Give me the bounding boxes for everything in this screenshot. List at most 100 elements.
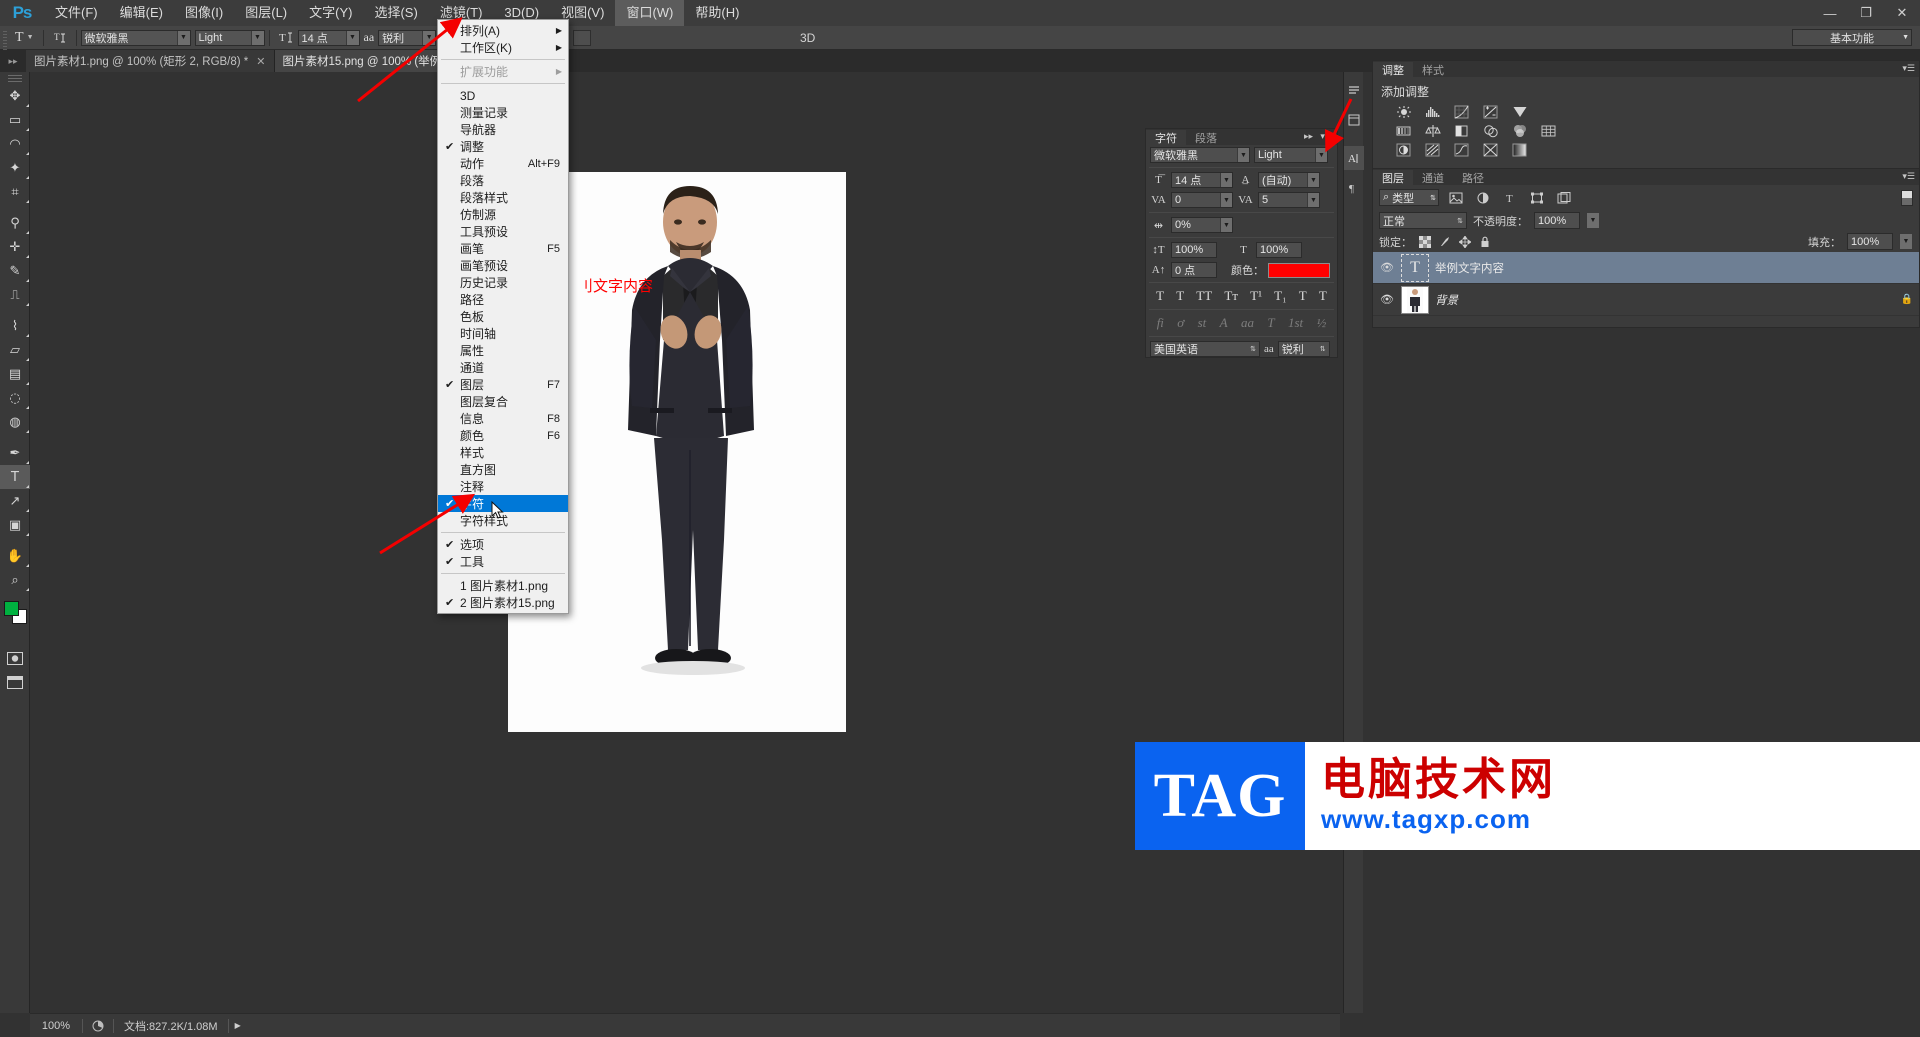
window-menu-item-26[interactable]: 样式: [438, 444, 568, 461]
text-color-swatch[interactable]: [1268, 262, 1330, 278]
lock-all-icon[interactable]: [1478, 235, 1492, 249]
window-menu-item-23[interactable]: 图层复合: [438, 393, 568, 410]
window-menu-item-17[interactable]: 路径: [438, 291, 568, 308]
menubar-item-2[interactable]: 图像(I): [174, 0, 234, 26]
window-menu-item-28[interactable]: 注释: [438, 478, 568, 495]
character-dock-icon[interactable]: A: [1344, 146, 1364, 170]
workspace-switcher[interactable]: 基本功能 ▼: [1792, 29, 1912, 46]
type-tool[interactable]: T: [0, 465, 30, 489]
brush-tool[interactable]: ✎: [0, 259, 30, 283]
zoom-level[interactable]: 100%: [30, 1020, 82, 1032]
window-menu-item-20[interactable]: 属性: [438, 342, 568, 359]
menubar-item-0[interactable]: 文件(F): [44, 0, 109, 26]
close-button[interactable]: ✕: [1884, 0, 1920, 26]
eraser-tool[interactable]: ▱: [0, 338, 30, 362]
vertical-scale-field[interactable]: 100%: [1171, 242, 1217, 258]
zoom-tool[interactable]: ⌕: [0, 568, 30, 592]
opentype-button-1[interactable]: ơ: [1177, 315, 1184, 331]
panel-menu-icon[interactable]: ▾☰: [1902, 63, 1915, 74]
layer-visibility-icon[interactable]: 👁: [1379, 261, 1395, 274]
window-menu-item-11[interactable]: 段落样式: [438, 189, 568, 206]
window-menu-item-36[interactable]: ✔ 2 图片素材15.png: [438, 594, 568, 611]
quick-mask-icon[interactable]: [0, 646, 30, 670]
fill-field[interactable]: 100%: [1847, 233, 1893, 250]
opacity-field[interactable]: 100%: [1534, 212, 1580, 229]
quick-selection-tool[interactable]: ✦: [0, 156, 30, 180]
gradient-map-icon[interactable]: [1511, 142, 1529, 157]
opentype-button-0[interactable]: fi: [1157, 315, 1164, 331]
window-menu-item-32[interactable]: ✔ 选项: [438, 536, 568, 553]
lock-position-icon[interactable]: [1458, 235, 1472, 249]
tab-character[interactable]: 字符: [1146, 130, 1186, 145]
char-anti-alias-select[interactable]: 锐利 ⇅: [1277, 341, 1330, 357]
font-style-button-3[interactable]: Tт: [1224, 288, 1238, 304]
lock-transparent-icon[interactable]: [1418, 235, 1432, 249]
type-filter-icon[interactable]: T: [1500, 190, 1520, 206]
layer-row[interactable]: 👁 T 举例文字内容: [1373, 252, 1919, 284]
foreground-color-swatch[interactable]: [4, 601, 19, 616]
char-font-style-select[interactable]: Light ▼: [1254, 147, 1328, 163]
font-size-select[interactable]: 14 点 ▼: [297, 29, 360, 46]
status-menu-arrow-icon[interactable]: ▶: [229, 1021, 247, 1030]
window-menu-item-13[interactable]: 工具预设: [438, 223, 568, 240]
font-style-button-0[interactable]: T: [1156, 288, 1164, 304]
tab-expander-icon[interactable]: ▸▸: [0, 50, 26, 72]
tsume-field[interactable]: 0% ▼: [1171, 217, 1233, 233]
opentype-button-3[interactable]: A: [1220, 315, 1228, 331]
menubar-item-10[interactable]: 帮助(H): [684, 0, 750, 26]
language-select[interactable]: 美国英语 ⇅: [1150, 341, 1260, 357]
window-menu-item-14[interactable]: 画笔 F5: [438, 240, 568, 257]
window-menu-item-18[interactable]: 色板: [438, 308, 568, 325]
char-font-size-field[interactable]: 14 点 ▼: [1171, 172, 1233, 188]
canvas-red-text[interactable]: 刂文字内容: [578, 275, 653, 296]
tab-paths[interactable]: 路径: [1453, 170, 1493, 185]
window-menu-item-9[interactable]: 动作 Alt+F9: [438, 155, 568, 172]
window-menu-item-33[interactable]: ✔ 工具: [438, 553, 568, 570]
tab-layers[interactable]: 图层: [1373, 170, 1413, 185]
window-menu-item-6[interactable]: 测量记录: [438, 104, 568, 121]
hue-saturation-icon[interactable]: [1395, 123, 1413, 138]
opacity-dropdown-icon[interactable]: ▼: [1586, 212, 1600, 229]
layer-row[interactable]: 👁 背景 🔒: [1373, 284, 1919, 316]
window-menu-item-0[interactable]: 排列(A) ▶: [438, 22, 568, 39]
selective-color-icon[interactable]: [1482, 142, 1500, 157]
panel-menu-icon[interactable]: ▾☰: [1902, 171, 1915, 182]
document-tab-0[interactable]: 图片素材1.png @ 100% (矩形 2, RGB/8) * ✕: [26, 50, 275, 72]
opentype-button-6[interactable]: 1st: [1288, 315, 1303, 331]
layer-visibility-icon[interactable]: 👁: [1379, 293, 1395, 306]
gradient-tool[interactable]: ▤: [0, 362, 30, 386]
tracking-field[interactable]: 5 ▼: [1258, 192, 1320, 208]
color-swatches[interactable]: [0, 598, 30, 628]
window-menu-item-24[interactable]: 信息 F8: [438, 410, 568, 427]
curves-icon[interactable]: [1453, 104, 1471, 119]
black-white-icon[interactable]: [1453, 123, 1471, 138]
menubar-item-5[interactable]: 选择(S): [363, 0, 428, 26]
filter-enable-toggle[interactable]: [1901, 189, 1913, 206]
anti-alias-select[interactable]: 锐利 ▼: [378, 29, 437, 46]
path-selection-tool[interactable]: ↗: [0, 489, 30, 513]
window-menu-item-7[interactable]: 导航器: [438, 121, 568, 138]
font-style-button-2[interactable]: TT: [1196, 288, 1212, 304]
window-menu-item-22[interactable]: ✔ 图层 F7: [438, 376, 568, 393]
active-tool-preset[interactable]: T ▼: [10, 30, 39, 46]
tab-channels[interactable]: 通道: [1413, 170, 1453, 185]
threshold-icon[interactable]: [1453, 142, 1471, 157]
history-dock-icon[interactable]: [1344, 78, 1364, 102]
opentype-button-5[interactable]: T: [1267, 315, 1274, 331]
text-orientation-button[interactable]: T: [48, 31, 72, 45]
lasso-tool[interactable]: ◠: [0, 132, 30, 156]
window-menu-item-5[interactable]: 3D: [438, 87, 568, 104]
adjustment-filter-icon[interactable]: [1473, 190, 1493, 206]
window-menu-item-10[interactable]: 段落: [438, 172, 568, 189]
marquee-tool[interactable]: ▭: [0, 108, 30, 132]
color-balance-icon[interactable]: [1424, 123, 1442, 138]
smart-object-filter-icon[interactable]: [1554, 190, 1574, 206]
horizontal-scale-field[interactable]: 100%: [1256, 242, 1302, 258]
layer-filter-type-select[interactable]: ⌕ 类型 ⇅: [1379, 189, 1439, 206]
leading-field[interactable]: (自动) ▼: [1258, 172, 1320, 188]
levels-icon[interactable]: [1424, 104, 1442, 119]
tools-panel-grip[interactable]: [0, 72, 29, 84]
tab-paragraph[interactable]: 段落: [1186, 130, 1226, 145]
font-style-select[interactable]: Light ▼: [194, 29, 265, 46]
pen-tool[interactable]: ✒: [0, 441, 30, 465]
